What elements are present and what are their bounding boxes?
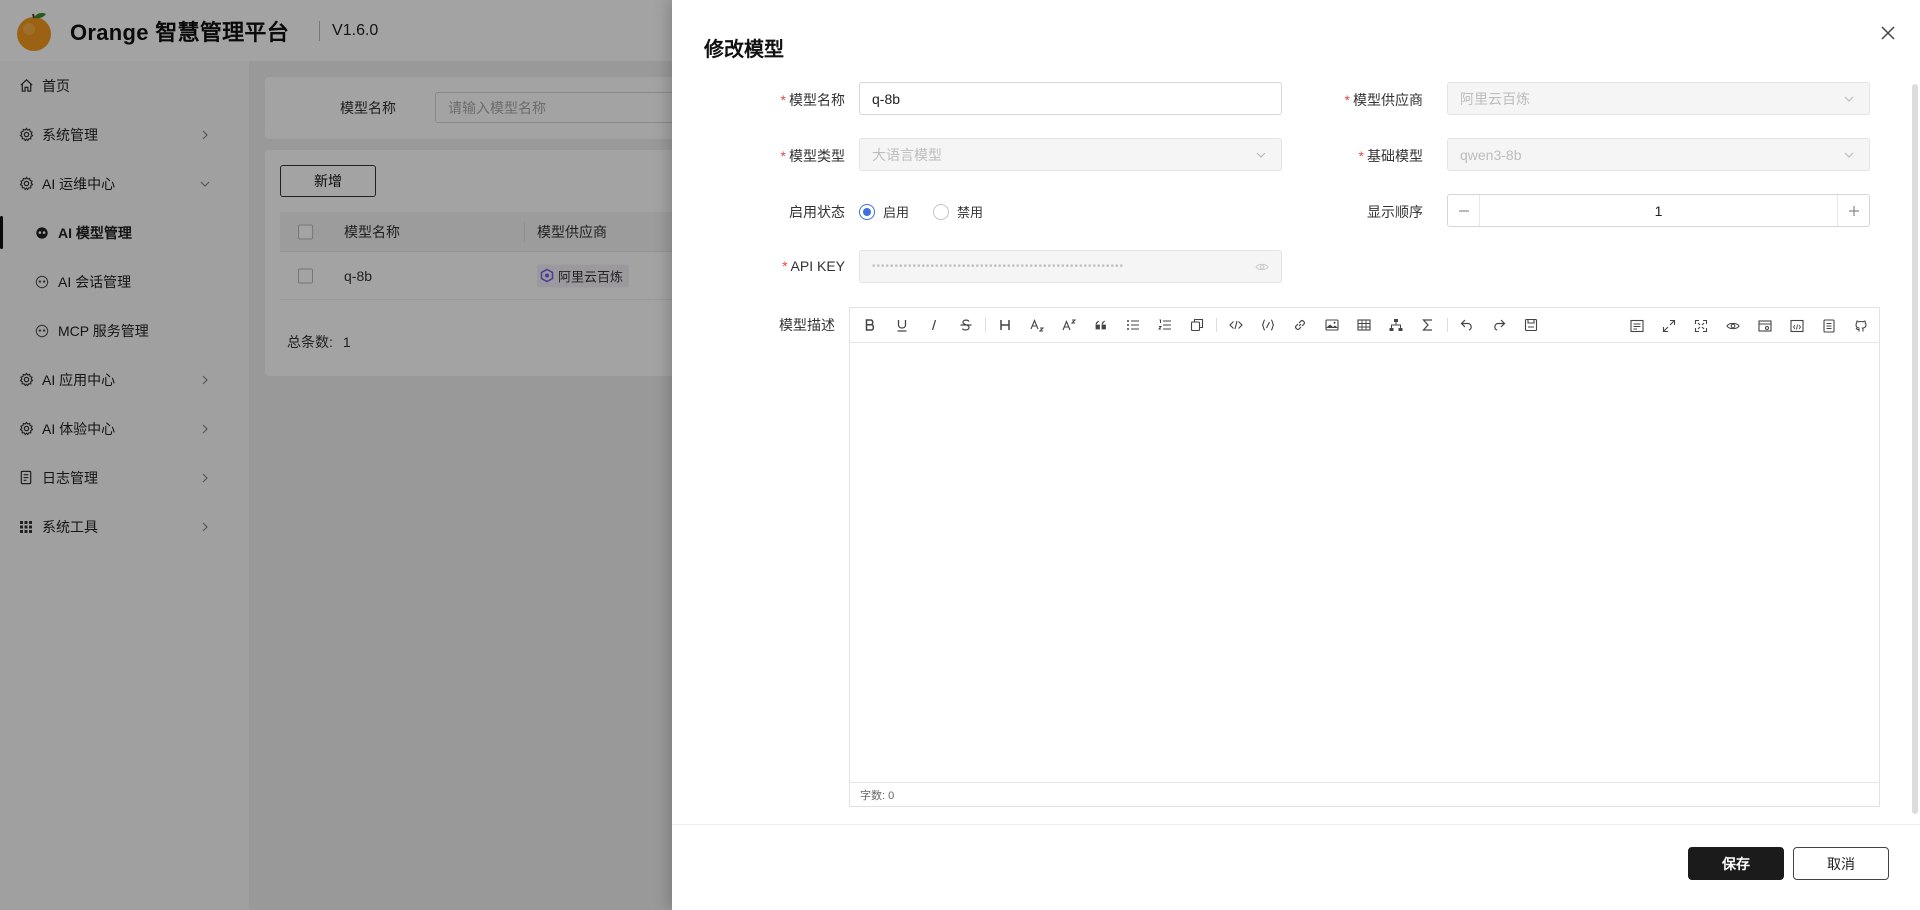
radio-button[interactable] [933, 203, 950, 220]
close-icon[interactable] [1879, 24, 1897, 42]
edit-model-drawer: 修改模型 * 模型名称 q-8b * 模型供应商 阿里云百炼 * 模型类型 大语言模型… [672, 0, 1920, 910]
chevron-down-icon [1255, 149, 1267, 161]
underline-icon[interactable] [886, 311, 918, 339]
base-model-select[interactable]: qwen3-8b [1447, 138, 1870, 171]
provider-select[interactable]: 阿里云百炼 [1447, 82, 1870, 115]
toolbar-divider [1447, 318, 1448, 332]
expand-icon[interactable] [1653, 312, 1685, 340]
heading-icon[interactable] [989, 311, 1021, 339]
drawer-mask[interactable] [0, 0, 672, 910]
required-mark: * [1358, 148, 1364, 164]
editor-toolbar [850, 308, 1879, 343]
quote-icon[interactable] [1085, 311, 1117, 339]
provider-label: * 模型供应商 [1344, 92, 1423, 108]
base-model-label: * 基础模型 [1358, 148, 1423, 164]
order-label: 显示顺序 [1367, 204, 1423, 220]
fullscreen-icon[interactable] [1685, 312, 1717, 340]
model-type-label: * 模型类型 [780, 148, 845, 164]
status-label: 启用状态 [789, 204, 845, 220]
model-type-select[interactable]: 大语言模型 [859, 138, 1282, 171]
html-preview-icon[interactable] [1781, 312, 1813, 340]
formula-icon[interactable] [1412, 311, 1444, 339]
flowchart-icon[interactable] [1380, 311, 1412, 339]
superscript-icon[interactable] [1053, 311, 1085, 339]
inline-code-icon[interactable] [1252, 311, 1284, 339]
minus-icon[interactable] [1448, 195, 1480, 226]
redo-icon[interactable] [1483, 311, 1515, 339]
preview-only-icon[interactable] [1749, 312, 1781, 340]
order-stepper[interactable]: 1 [1447, 194, 1870, 227]
api-key-label: * API KEY [782, 258, 845, 274]
link-icon[interactable] [1284, 311, 1316, 339]
model-name-input[interactable]: q-8b [859, 82, 1282, 115]
plus-icon[interactable] [1837, 195, 1869, 226]
status-option-enabled[interactable]: 启用 [859, 202, 909, 221]
preview-eye-icon[interactable] [1717, 312, 1749, 340]
chevron-down-icon [1843, 93, 1855, 105]
ordered-list-icon[interactable] [1149, 311, 1181, 339]
image-icon[interactable] [1316, 311, 1348, 339]
undo-icon[interactable] [1451, 311, 1483, 339]
toolbar-divider [1216, 318, 1217, 332]
github-icon[interactable] [1845, 312, 1877, 340]
description-label: 模型描述 [779, 317, 835, 333]
copy-block-icon[interactable] [1181, 311, 1213, 339]
bold-icon[interactable] [854, 311, 886, 339]
drawer-scrollbar[interactable] [1912, 84, 1918, 814]
order-value[interactable]: 1 [1480, 203, 1837, 219]
api-key-input[interactable]: ••••••••••••••••••••••••••••••••••••••••… [859, 250, 1282, 283]
cancel-button[interactable]: 取消 [1793, 847, 1889, 880]
code-icon[interactable] [1220, 311, 1252, 339]
subscript-icon[interactable] [1021, 311, 1053, 339]
chevron-down-icon [1843, 149, 1855, 161]
markdown-editor: 字数: 0 [849, 307, 1880, 807]
radio-button[interactable] [859, 203, 875, 220]
required-mark: * [1344, 92, 1350, 108]
toc-icon[interactable] [1621, 312, 1653, 340]
table-icon[interactable] [1348, 311, 1380, 339]
bullet-list-icon[interactable] [1117, 311, 1149, 339]
editor-textarea[interactable] [850, 343, 1879, 782]
catalog-icon[interactable] [1813, 312, 1845, 340]
save-draft-icon[interactable] [1515, 311, 1547, 339]
drawer-title: 修改模型 [704, 39, 784, 61]
save-button[interactable]: 保存 [1688, 847, 1784, 880]
required-mark: * [780, 92, 786, 108]
toolbar-right-group [1621, 308, 1879, 343]
strikethrough-icon[interactable] [950, 311, 982, 339]
drawer-footer-divider [672, 824, 1920, 825]
toolbar-divider [985, 318, 986, 332]
api-key-masked-value: ••••••••••••••••••••••••••••••••••••••••… [872, 261, 1125, 272]
model-name-label: * 模型名称 [780, 92, 845, 108]
status-option-disabled[interactable]: 禁用 [933, 202, 983, 221]
word-count: 字数: 0 [850, 782, 1879, 806]
required-mark: * [780, 148, 786, 164]
italic-icon[interactable] [918, 311, 950, 339]
eye-icon[interactable] [1255, 260, 1269, 274]
status-radio-group: 启用 禁用 [859, 202, 1007, 221]
required-mark: * [782, 258, 788, 274]
